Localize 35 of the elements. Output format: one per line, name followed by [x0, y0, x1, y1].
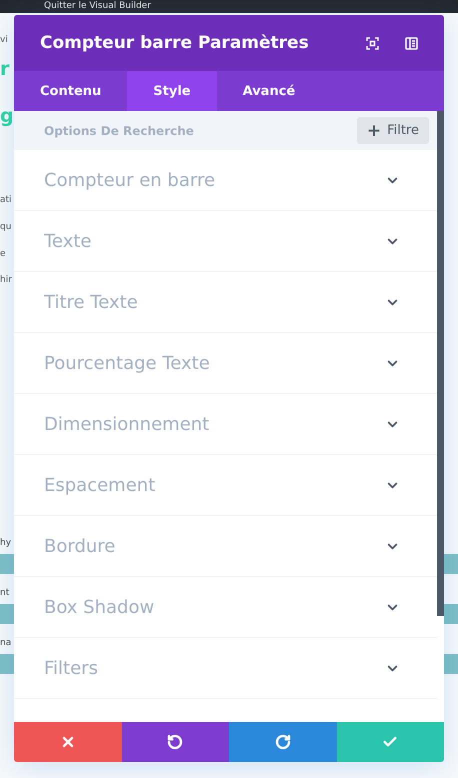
- filter-label: Filtre: [387, 123, 419, 138]
- scrollbar-thumb[interactable]: [437, 111, 444, 616]
- page-text: hy: [0, 538, 12, 548]
- section-title: Pourcentage Texte: [44, 352, 211, 374]
- sidebar-icon[interactable]: [405, 36, 418, 50]
- tab[interactable]: Avancé: [216, 71, 322, 111]
- section-title: Filters: [44, 658, 99, 678]
- section-title: Bordure: [44, 536, 116, 556]
- page-text: e: [0, 249, 6, 259]
- tab[interactable]: Contenu: [14, 71, 128, 111]
- undo-button[interactable]: [122, 722, 229, 762]
- filter-button[interactable]: + Filtre: [356, 117, 429, 144]
- section-title: Box Shadow: [44, 596, 156, 618]
- redo-icon: [274, 734, 291, 750]
- section-title: Titre Texte: [44, 292, 139, 312]
- search-field[interactable]: Options De Recherche: [14, 111, 349, 150]
- undo-icon: [167, 734, 184, 750]
- page-text: qu: [0, 222, 12, 232]
- section-title: Dimensionnement: [44, 414, 210, 434]
- tab[interactable]: Style: [127, 71, 217, 111]
- page-text: nt: [0, 588, 10, 598]
- page-text: g: [0, 105, 14, 127]
- section-title: Texte: [44, 230, 92, 252]
- section-title: Compteur en barre: [44, 170, 216, 190]
- page-text: ati: [0, 195, 12, 205]
- fullscreen-icon[interactable]: [366, 36, 379, 50]
- section-title: Espacement: [44, 474, 156, 496]
- plus-icon: +: [366, 120, 382, 140]
- panel-title: Compteur barre Paramètres: [40, 33, 310, 53]
- page-text: na: [0, 638, 12, 648]
- page-text: hir: [0, 275, 12, 285]
- exit-builder-link[interactable]: Quitter le Visual Builder: [44, 1, 151, 12]
- page-text: vi: [0, 35, 8, 45]
- page-text: r: [0, 58, 10, 80]
- redo-button[interactable]: [229, 722, 336, 762]
